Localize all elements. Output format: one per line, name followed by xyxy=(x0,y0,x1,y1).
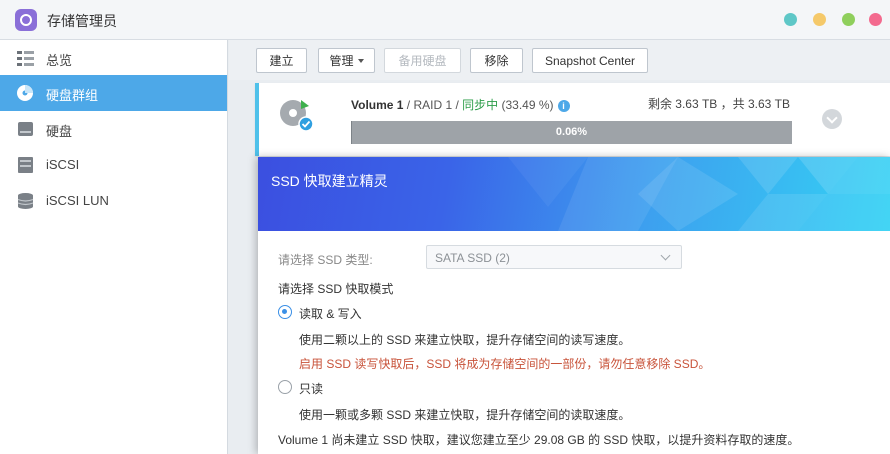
volume-capacity: 剩余 3.63 TB ，共 3.63 TB xyxy=(647,97,790,111)
sidebar-item-disk-group[interactable]: 硬盘群组 xyxy=(0,75,227,111)
minimize-button[interactable] xyxy=(813,13,826,26)
caret-down-icon xyxy=(357,58,364,63)
wizard-header: SSD 快取建立精灵 xyxy=(258,157,890,231)
create-button-label: 建立 xyxy=(269,54,294,68)
wizard-header-pattern xyxy=(508,157,890,231)
hard-disk-icon xyxy=(18,122,33,136)
manage-button-label: 管理 xyxy=(329,54,354,68)
read-write-radio[interactable] xyxy=(278,305,292,319)
create-button[interactable]: 建立 xyxy=(256,48,307,73)
read-write-warning: 启用 SSD 读写快取后，SSD 将成为存储空间的一部份，请勿任意移除 SSD。 xyxy=(299,357,711,371)
read-only-description: 使用一颗或多颗 SSD 来建立快取，提升存储空间的读取速度。 xyxy=(299,408,631,422)
volume-sync-status: 同步中 xyxy=(462,98,499,112)
sidebar-item-label: iSCSI xyxy=(46,157,80,172)
volume-card[interactable]: Volume 1 / RAID 1 / 同步中 (33.49 %) i 剩余 3.… xyxy=(255,83,890,156)
snapshot-center-button[interactable]: Snapshot Center xyxy=(532,48,648,73)
volume-name: Volume 1 xyxy=(351,98,404,112)
volume-progress-bar: 0.06% xyxy=(351,121,792,144)
title-bar: 存储管理员 xyxy=(0,0,890,40)
ssd-cache-wizard: SSD 快取建立精灵 请选择 SSD 类型: SATA SSD (2) 请选择 … xyxy=(258,157,890,454)
ssd-type-value: SATA SSD (2) xyxy=(435,251,510,265)
read-only-radio[interactable] xyxy=(278,380,292,394)
iscsi-lun-icon xyxy=(17,193,34,209)
spare-disk-button[interactable]: 备用硬盘 xyxy=(384,48,461,73)
ssd-type-label: 请选择 SSD 类型: xyxy=(278,253,373,267)
sidebar-item-label: 硬盘群组 xyxy=(46,88,99,103)
sidebar-item-iscsi-lun[interactable]: iSCSI LUN xyxy=(0,183,227,219)
window-title: 存储管理员 xyxy=(47,13,117,29)
volume-disk-icon xyxy=(280,100,313,131)
sidebar-item-label: 硬盘 xyxy=(46,124,73,139)
toolbar: 建立 管理 备用硬盘 移除 Snapshot Center xyxy=(229,40,890,80)
info-icon[interactable]: i xyxy=(557,100,570,112)
cache-mode-label: 请选择 SSD 快取模式 xyxy=(278,282,394,296)
expand-chevron-icon[interactable] xyxy=(822,109,842,129)
chevron-down-icon xyxy=(660,250,671,261)
overview-icon xyxy=(17,51,34,66)
sidebar-item-hard-disk[interactable]: 硬盘 xyxy=(0,111,227,147)
disk-group-icon xyxy=(17,85,33,101)
storage-manager-app-icon xyxy=(15,9,37,31)
wizard-title: SSD 快取建立精灵 xyxy=(271,173,388,189)
wizard-body: 请选择 SSD 类型: SATA SSD (2) 请选择 SSD 快取模式 读取… xyxy=(258,231,890,454)
volume-sync-percent: (33.49 %) xyxy=(498,98,554,112)
ssd-cache-recommendation: Volume 1 尚未建立 SSD 快取，建议您建立至少 29.08 GB 的 … xyxy=(278,433,800,447)
sidebar-item-iscsi[interactable]: iSCSI xyxy=(0,147,227,183)
sidebar-item-label: iSCSI LUN xyxy=(46,193,109,208)
volume-title: Volume 1 / RAID 1 / 同步中 (33.49 %) i xyxy=(351,96,570,113)
iscsi-icon xyxy=(18,157,33,173)
read-write-label[interactable]: 读取 & 写入 xyxy=(299,305,362,322)
maximize-button[interactable] xyxy=(842,13,855,26)
close-button[interactable] xyxy=(869,13,882,26)
ssd-type-select[interactable]: SATA SSD (2) xyxy=(426,245,682,269)
sidebar-item-overview[interactable]: 总览 xyxy=(0,40,227,76)
read-write-description: 使用二颗以上的 SSD 来建立快取，提升存储空间的读写速度。 xyxy=(299,333,631,347)
remove-button[interactable]: 移除 xyxy=(470,48,523,73)
sidebar: 总览 硬盘群组 硬盘 iSCSI iSCSI LUN xyxy=(0,40,228,454)
snapshot-center-button-label: Snapshot Center xyxy=(544,53,636,68)
spare-disk-button-label: 备用硬盘 xyxy=(398,54,447,68)
sidebar-item-label: 总览 xyxy=(46,53,73,68)
volume-raid: / RAID 1 / xyxy=(403,98,463,112)
remove-button-label: 移除 xyxy=(484,54,509,68)
manage-button[interactable]: 管理 xyxy=(318,48,375,73)
volume-progress-label: 0.06% xyxy=(555,126,588,138)
help-button[interactable] xyxy=(784,13,797,26)
read-only-label[interactable]: 只读 xyxy=(299,380,323,397)
